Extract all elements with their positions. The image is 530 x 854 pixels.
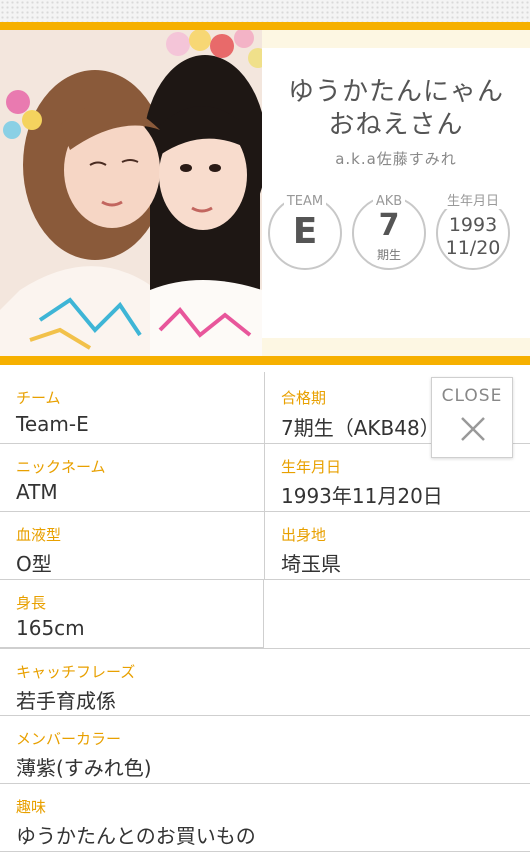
detail-label: 出身地 xyxy=(281,526,327,544)
generation-badge-label: AKB xyxy=(372,194,406,209)
detail-label: チーム xyxy=(16,389,61,407)
detail-value: 若手育成係 xyxy=(16,689,116,713)
member-real-name: a.k.a佐藤すみれ xyxy=(335,150,457,168)
detail-label: ニックネーム xyxy=(16,458,106,476)
detail-value: 薄紫(すみれ色) xyxy=(16,756,152,780)
detail-value: ATM xyxy=(16,480,58,504)
team-badge-value: E xyxy=(292,211,318,252)
detail-hometown: 出身地 埼玉県 xyxy=(264,512,530,580)
birthday-badge-label: 生年月日 xyxy=(443,194,502,209)
detail-team: チーム Team-E xyxy=(0,372,264,444)
top-pattern-strip xyxy=(0,0,530,22)
detail-nickname: ニックネーム ATM xyxy=(0,444,264,512)
detail-value: 165cm xyxy=(16,616,85,640)
member-nickname: ゆうかたんにゃん おねえさん xyxy=(262,76,530,142)
detail-label: 趣味 xyxy=(16,798,47,816)
detail-value: O型 xyxy=(16,552,52,576)
close-button[interactable]: CLOSE xyxy=(431,377,513,458)
birthday-badge-date: 11/20 xyxy=(445,237,501,259)
detail-value: Team-E xyxy=(16,412,89,436)
detail-value: ゆうかたんとのお買いもの xyxy=(16,824,256,848)
detail-label: 合格期 xyxy=(281,389,327,407)
nickname-line-1: ゆうかたんにゃん xyxy=(287,77,504,107)
detail-member-color: メンバーカラー 薄紫(すみれ色) xyxy=(0,716,530,784)
detail-label: キャッチフレーズ xyxy=(16,663,136,681)
detail-label: 生年月日 xyxy=(281,458,342,476)
generation-badge-suffix: 期生 xyxy=(376,248,401,262)
header-bottom-band xyxy=(0,356,530,365)
birthday-badge: 生年月日 1993 11/20 xyxy=(436,194,510,270)
generation-badge-value: 7 xyxy=(378,208,400,243)
detail-value: 7期生（AKB48） xyxy=(281,416,440,440)
close-button-label: CLOSE xyxy=(441,386,503,406)
detail-catchphrase: キャッチフレーズ 若手育成係 xyxy=(0,648,530,716)
detail-hobby: 趣味 ゆうかたんとのお買いもの xyxy=(0,784,530,852)
team-badge-label: TEAM xyxy=(283,194,327,209)
detail-label: 血液型 xyxy=(16,526,62,544)
member-photo xyxy=(0,30,262,356)
birthday-badge-year: 1993 xyxy=(448,214,498,236)
nickname-line-2: おねえさん xyxy=(328,110,464,140)
header-top-band xyxy=(0,22,530,30)
detail-height: 身長 165cm xyxy=(0,580,264,648)
detail-label: 身長 xyxy=(16,594,47,612)
team-badge: TEAM E xyxy=(268,194,342,270)
detail-value: 埼玉県 xyxy=(281,552,341,576)
detail-label: メンバーカラー xyxy=(16,730,122,748)
generation-badge: AKB 7 期生 xyxy=(352,194,426,270)
detail-value: 1993年11月20日 xyxy=(281,484,443,508)
detail-blood-type: 血液型 O型 xyxy=(0,512,264,580)
close-x-icon xyxy=(461,417,485,441)
